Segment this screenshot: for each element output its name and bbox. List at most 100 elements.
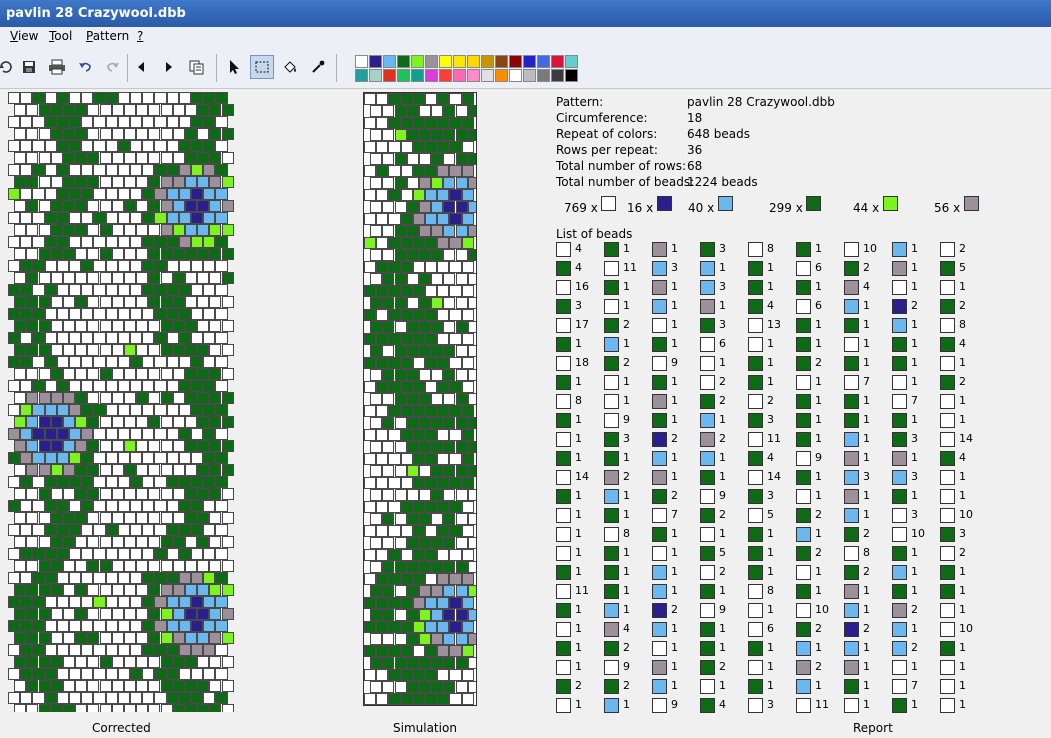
bead[interactable] xyxy=(8,284,21,296)
bead[interactable] xyxy=(178,284,191,296)
bead[interactable] xyxy=(178,548,191,560)
bead[interactable] xyxy=(443,225,456,237)
bead[interactable] xyxy=(38,296,51,308)
bead[interactable] xyxy=(461,525,474,537)
bead[interactable] xyxy=(449,309,462,321)
bead[interactable] xyxy=(437,429,450,441)
bead[interactable] xyxy=(370,225,383,237)
bead[interactable] xyxy=(431,561,444,573)
bead[interactable] xyxy=(461,189,474,201)
bead[interactable] xyxy=(197,680,210,692)
bead[interactable] xyxy=(467,225,476,237)
bead[interactable] xyxy=(62,704,76,712)
bead[interactable] xyxy=(467,657,476,669)
bead[interactable] xyxy=(364,357,377,369)
bead[interactable] xyxy=(215,116,228,128)
bead[interactable] xyxy=(123,152,137,164)
bead[interactable] xyxy=(93,620,106,632)
bead[interactable] xyxy=(87,584,100,596)
bead[interactable] xyxy=(32,428,45,440)
bead[interactable] xyxy=(197,224,210,236)
bead[interactable] xyxy=(148,632,161,644)
bead[interactable] xyxy=(44,356,57,368)
bead[interactable] xyxy=(20,92,33,104)
bead[interactable] xyxy=(178,212,191,224)
bead[interactable] xyxy=(26,248,39,260)
bead[interactable] xyxy=(38,368,51,380)
bead[interactable] xyxy=(8,428,21,440)
bead[interactable] xyxy=(388,237,401,249)
bead[interactable] xyxy=(376,141,389,153)
bead[interactable] xyxy=(203,452,216,464)
bead[interactable] xyxy=(62,368,76,380)
bead[interactable] xyxy=(8,236,21,248)
bead[interactable] xyxy=(26,224,39,236)
bead[interactable] xyxy=(449,165,462,177)
bead[interactable] xyxy=(166,644,179,656)
bead[interactable] xyxy=(130,332,143,344)
bead[interactable] xyxy=(44,116,57,128)
bead[interactable] xyxy=(148,320,161,332)
bead[interactable] xyxy=(449,453,462,465)
bead[interactable] xyxy=(130,596,143,608)
bead[interactable] xyxy=(184,608,198,620)
bead[interactable] xyxy=(443,417,456,429)
bead[interactable] xyxy=(215,92,228,104)
bead[interactable] xyxy=(197,464,210,476)
bead[interactable] xyxy=(69,668,82,680)
bead[interactable] xyxy=(370,129,383,141)
bead[interactable] xyxy=(209,488,222,500)
bead[interactable] xyxy=(184,536,198,548)
bead[interactable] xyxy=(406,321,419,333)
bead[interactable] xyxy=(467,441,476,453)
bead[interactable] xyxy=(412,453,425,465)
bead[interactable] xyxy=(412,549,425,561)
bead[interactable] xyxy=(197,632,210,644)
bead[interactable] xyxy=(136,104,149,116)
bead[interactable] xyxy=(418,657,432,669)
bead[interactable] xyxy=(418,249,432,261)
bead[interactable] xyxy=(376,405,389,417)
bead[interactable] xyxy=(32,548,45,560)
bead[interactable] xyxy=(364,501,377,513)
bead[interactable] xyxy=(8,140,21,152)
bead[interactable] xyxy=(14,368,27,380)
bead[interactable] xyxy=(56,452,69,464)
bead[interactable] xyxy=(388,261,401,273)
bead[interactable] xyxy=(148,392,161,404)
bead[interactable] xyxy=(431,129,444,141)
bead[interactable] xyxy=(87,656,100,668)
bead[interactable] xyxy=(123,200,137,212)
bead[interactable] xyxy=(93,644,106,656)
bead[interactable] xyxy=(87,152,100,164)
bead[interactable] xyxy=(394,369,407,381)
bead[interactable] xyxy=(105,116,118,128)
bead[interactable] xyxy=(364,477,377,489)
bead[interactable] xyxy=(364,165,377,177)
bead[interactable] xyxy=(81,476,94,488)
bead[interactable] xyxy=(406,129,419,141)
bead[interactable] xyxy=(56,524,69,536)
bead[interactable] xyxy=(364,141,377,153)
bead[interactable] xyxy=(142,116,155,128)
bead[interactable] xyxy=(455,225,468,237)
bead[interactable] xyxy=(117,164,130,176)
previous-button[interactable] xyxy=(129,55,153,79)
bead[interactable] xyxy=(14,344,27,356)
bead[interactable] xyxy=(75,128,88,140)
bead[interactable] xyxy=(87,632,100,644)
bead[interactable] xyxy=(117,380,130,392)
bead[interactable] xyxy=(406,393,419,405)
bead[interactable] xyxy=(69,500,82,512)
bead[interactable] xyxy=(75,656,88,668)
bead[interactable] xyxy=(75,320,88,332)
bead[interactable] xyxy=(455,393,468,405)
bead[interactable] xyxy=(400,693,413,705)
bead[interactable] xyxy=(87,704,100,712)
bead[interactable] xyxy=(69,140,82,152)
bead[interactable] xyxy=(178,188,191,200)
bead[interactable] xyxy=(388,405,401,417)
bead[interactable] xyxy=(412,141,425,153)
bead[interactable] xyxy=(105,692,118,704)
bead[interactable] xyxy=(364,597,377,609)
